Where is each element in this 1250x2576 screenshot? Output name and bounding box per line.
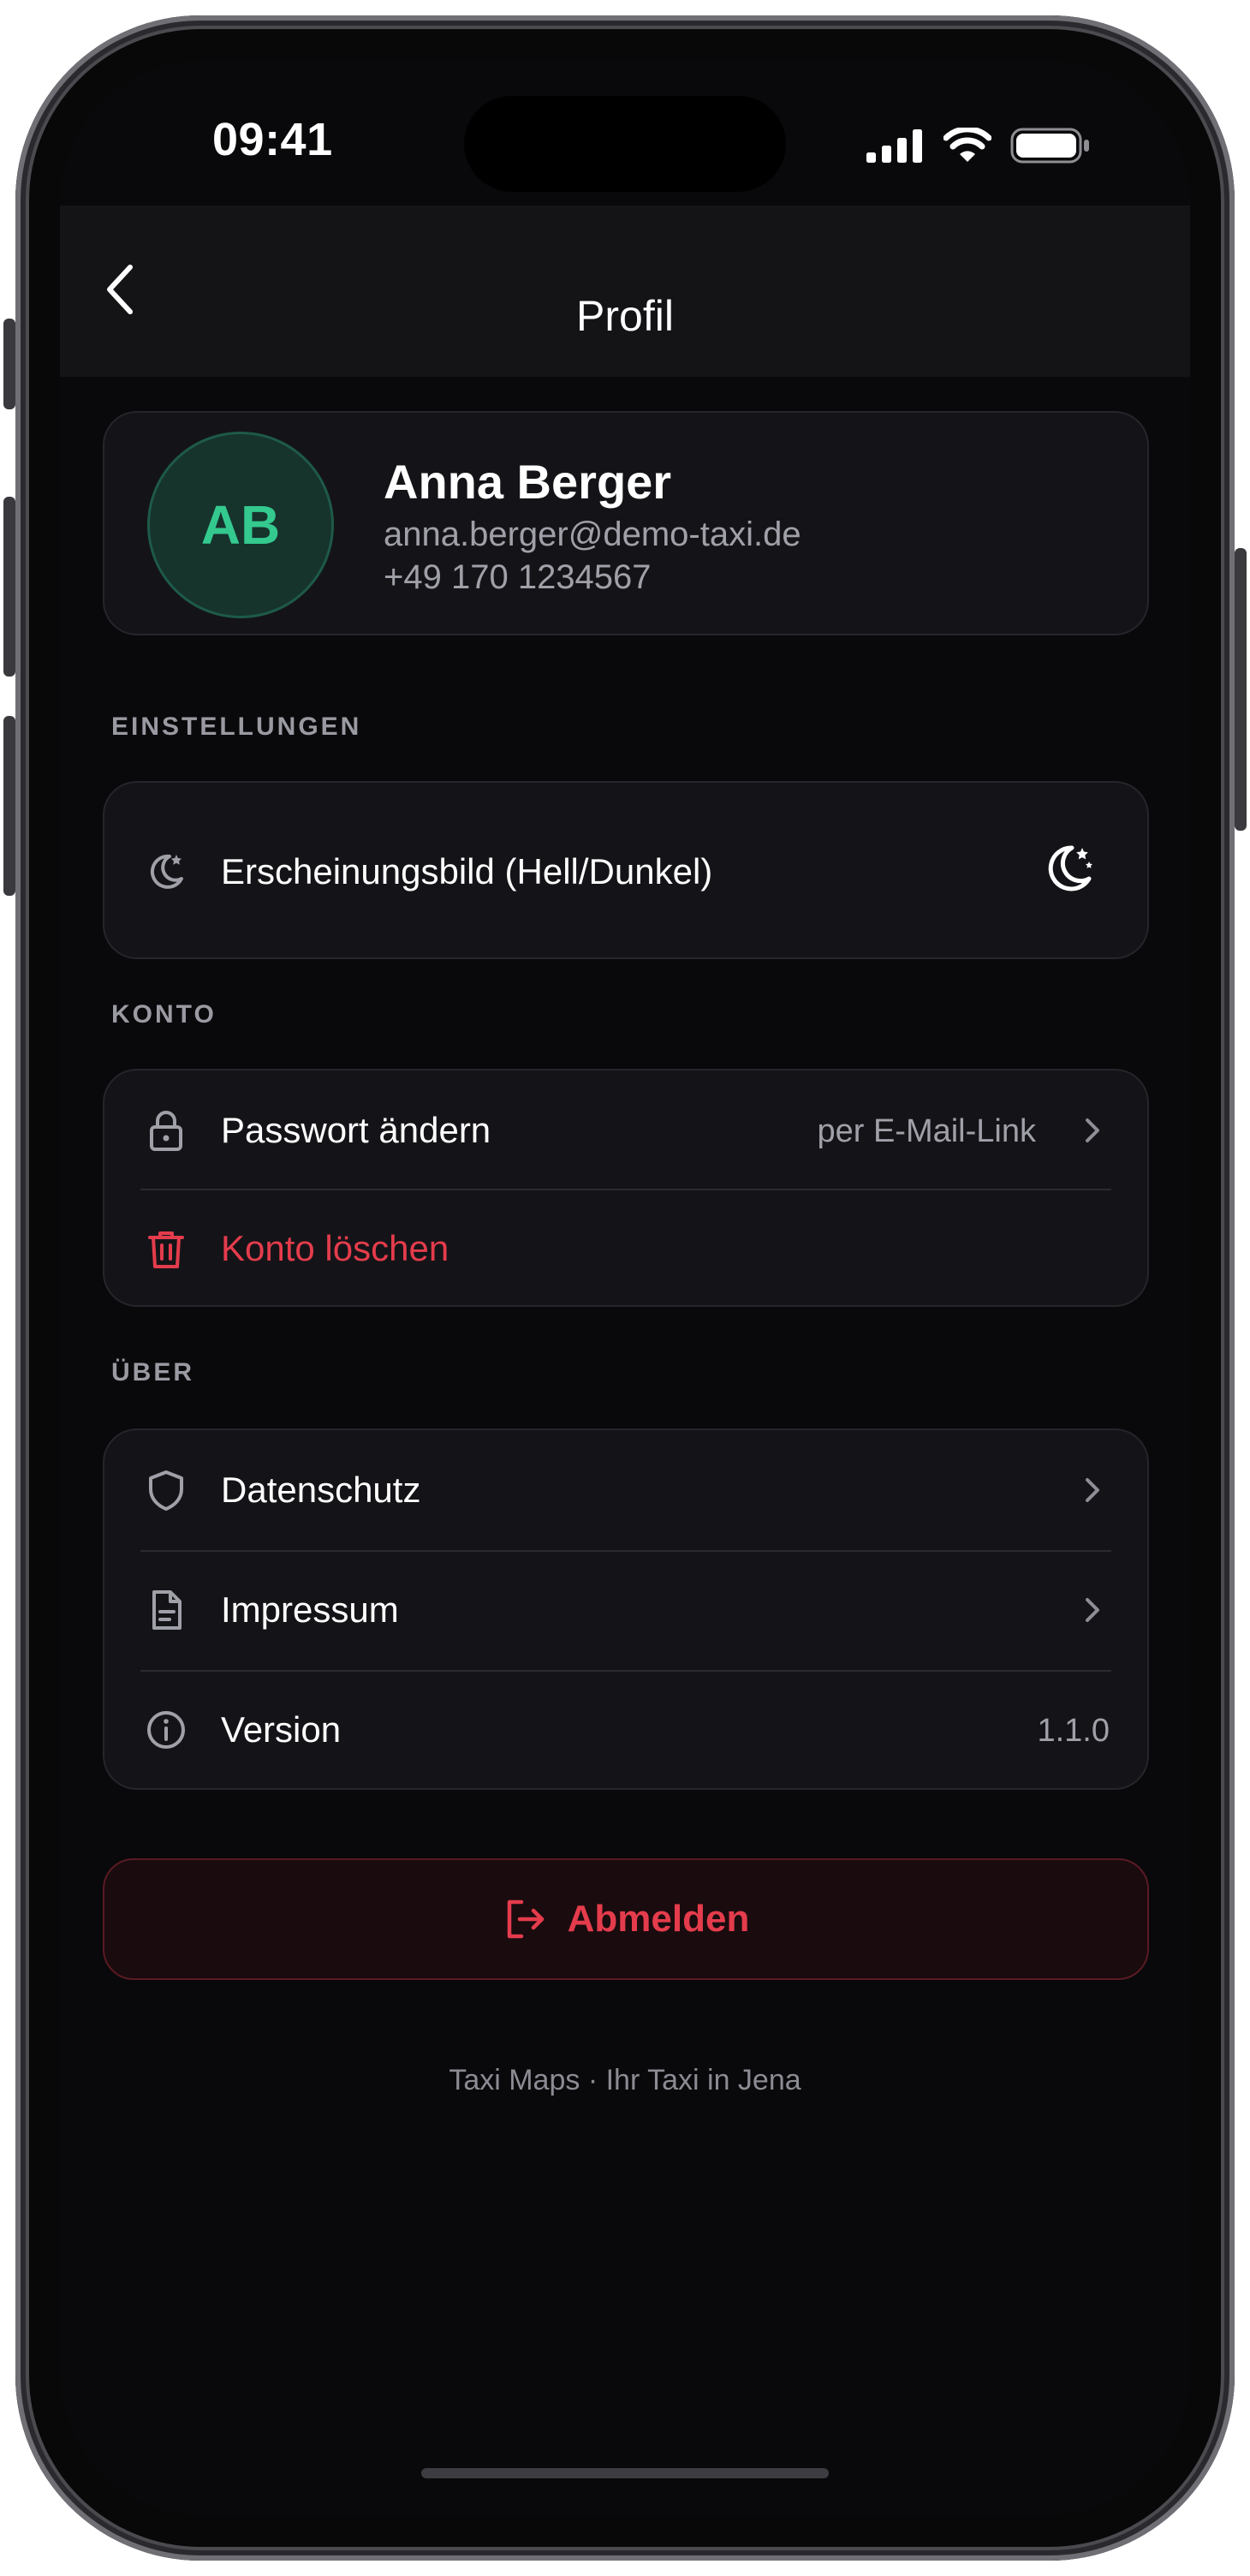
power-button	[1235, 548, 1247, 831]
privacy-row[interactable]: Datenschutz	[104, 1430, 1147, 1550]
status-time: 09:41	[212, 114, 333, 165]
profile-card: AB Anna Berger anna.berger@demo-taxi.de …	[103, 411, 1149, 635]
document-icon	[152, 1590, 182, 1630]
appearance-row[interactable]: Erscheinungsbild (Hell/Dunkel)	[104, 812, 1147, 932]
user-name: Anna Berger	[384, 455, 672, 509]
chevron-right-icon	[1086, 1478, 1099, 1502]
account-card: Passwort ändern per E-Mail-Link Konto lö…	[103, 1069, 1149, 1307]
logout-button[interactable]: Abmelden	[103, 1858, 1149, 1980]
volume-up-button	[3, 497, 15, 677]
shield-icon	[149, 1470, 183, 1511]
imprint-label: Impressum	[221, 1589, 399, 1630]
version-row: Version 1.1.0	[104, 1670, 1147, 1790]
delete-account-label: Konto löschen	[221, 1228, 449, 1268]
privacy-label: Datenschutz	[221, 1470, 421, 1510]
about-card: Datenschutz Impressum Version 1.1.0	[103, 1428, 1149, 1790]
change-password-value: per E-Mail-Link	[817, 1113, 1036, 1149]
version-label: Version	[221, 1709, 342, 1750]
screen: 09:41 Profil AB Anna Berger anna.berger@…	[60, 60, 1190, 2516]
action-button	[3, 319, 15, 409]
section-label-settings: EINSTELLUNGEN	[111, 713, 362, 741]
imprint-row[interactable]: Impressum	[104, 1550, 1147, 1670]
footer-text: Taxi Maps · Ihr Taxi in Jena	[449, 2064, 801, 2096]
dynamic-island	[464, 96, 786, 192]
appearance-label: Erscheinungsbild (Hell/Dunkel)	[221, 851, 713, 891]
volume-down-button	[3, 716, 15, 896]
moon-star-icon	[150, 854, 183, 889]
user-email: anna.berger@demo-taxi.de	[384, 516, 801, 553]
status-icons	[866, 123, 1091, 168]
dark-mode-toggle-icon[interactable]	[1041, 841, 1096, 896]
trash-icon	[148, 1231, 184, 1268]
avatar: AB	[147, 432, 334, 618]
home-indicator[interactable]	[421, 2468, 829, 2478]
cellular-signal-icon	[866, 129, 922, 163]
change-password-label: Passwort ändern	[221, 1110, 491, 1150]
wifi-icon	[943, 128, 991, 162]
change-password-row[interactable]: Passwort ändern per E-Mail-Link	[104, 1070, 1147, 1190]
page-title: Profil	[576, 292, 674, 340]
section-label-about: ÜBER	[111, 1358, 195, 1386]
logout-label: Abmelden	[567, 1898, 750, 1940]
top-bar: Profil	[60, 206, 1190, 377]
info-icon	[147, 1711, 185, 1749]
battery-icon	[1010, 128, 1089, 164]
delete-account-row[interactable]: Konto löschen	[104, 1189, 1147, 1309]
user-phone: +49 170 1234567	[384, 558, 652, 596]
section-label-account: KONTO	[111, 1000, 217, 1029]
logout-icon	[507, 1899, 544, 1939]
settings-card: Erscheinungsbild (Hell/Dunkel)	[103, 781, 1149, 959]
version-value: 1.1.0	[1037, 1713, 1110, 1749]
lock-icon	[150, 1111, 182, 1151]
chevron-right-icon	[1086, 1598, 1099, 1622]
chevron-right-icon	[1086, 1118, 1099, 1142]
